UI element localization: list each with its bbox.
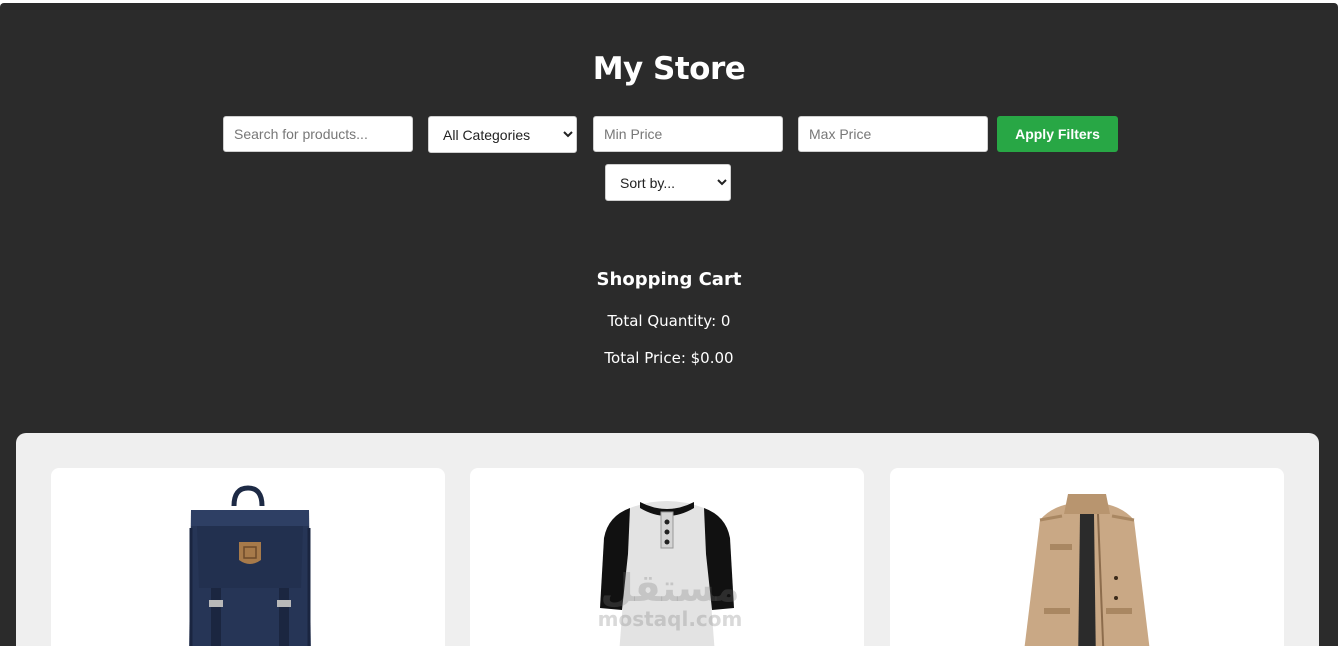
cart-title: Shopping Cart bbox=[596, 269, 742, 290]
watermark-site: mostaql.com bbox=[597, 607, 743, 631]
page-title: My Store bbox=[592, 51, 746, 87]
watermark: مستقل mostaql.com bbox=[585, 568, 755, 630]
cart-total-price: Total Price: $0.00 bbox=[604, 349, 734, 367]
apply-filters-button[interactable]: Apply Filters bbox=[997, 116, 1118, 152]
max-price-input[interactable] bbox=[798, 116, 988, 152]
page: My Store All Categories Apply Filters So… bbox=[0, 0, 1338, 649]
product-card[interactable] bbox=[890, 468, 1284, 646]
watermark-logo: مستقل bbox=[600, 566, 740, 610]
khaki-jacket-image bbox=[1024, 494, 1150, 646]
min-price-input[interactable] bbox=[593, 116, 783, 152]
cart-total-quantity: Total Quantity: 0 bbox=[607, 312, 731, 330]
store-app: My Store All Categories Apply Filters So… bbox=[0, 3, 1338, 646]
navy-backpack-image bbox=[189, 485, 311, 646]
search-input[interactable] bbox=[223, 116, 413, 152]
sort-select[interactable]: Sort by... bbox=[605, 164, 731, 201]
category-select[interactable]: All Categories bbox=[428, 116, 577, 153]
product-card[interactable] bbox=[51, 468, 445, 646]
